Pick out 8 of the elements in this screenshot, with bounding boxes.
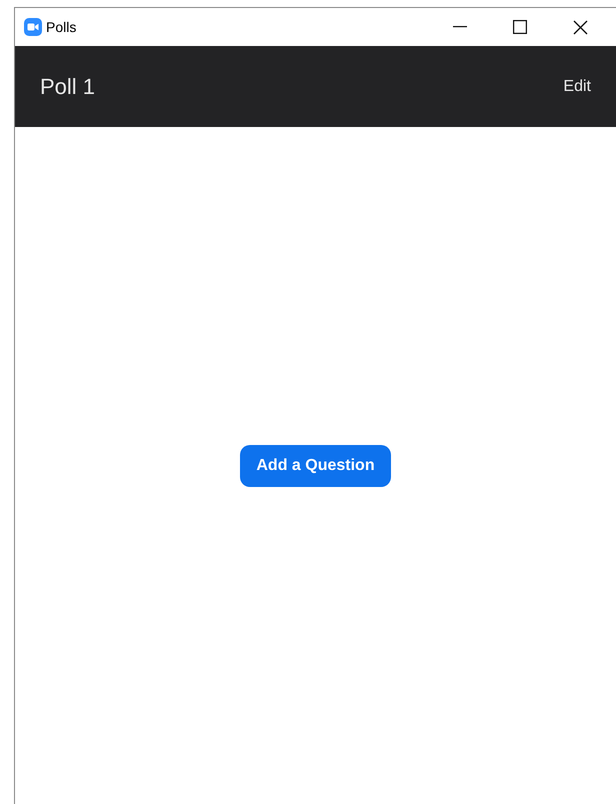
window-title: Polls xyxy=(46,18,76,36)
edit-link[interactable]: Edit xyxy=(563,74,591,98)
close-icon xyxy=(572,20,588,34)
video-camera-icon xyxy=(24,18,42,36)
poll-title: Poll 1 xyxy=(40,73,96,101)
maximize-icon xyxy=(513,20,527,34)
minimize-icon xyxy=(453,26,467,28)
add-question-button[interactable]: Add a Question xyxy=(240,444,391,486)
